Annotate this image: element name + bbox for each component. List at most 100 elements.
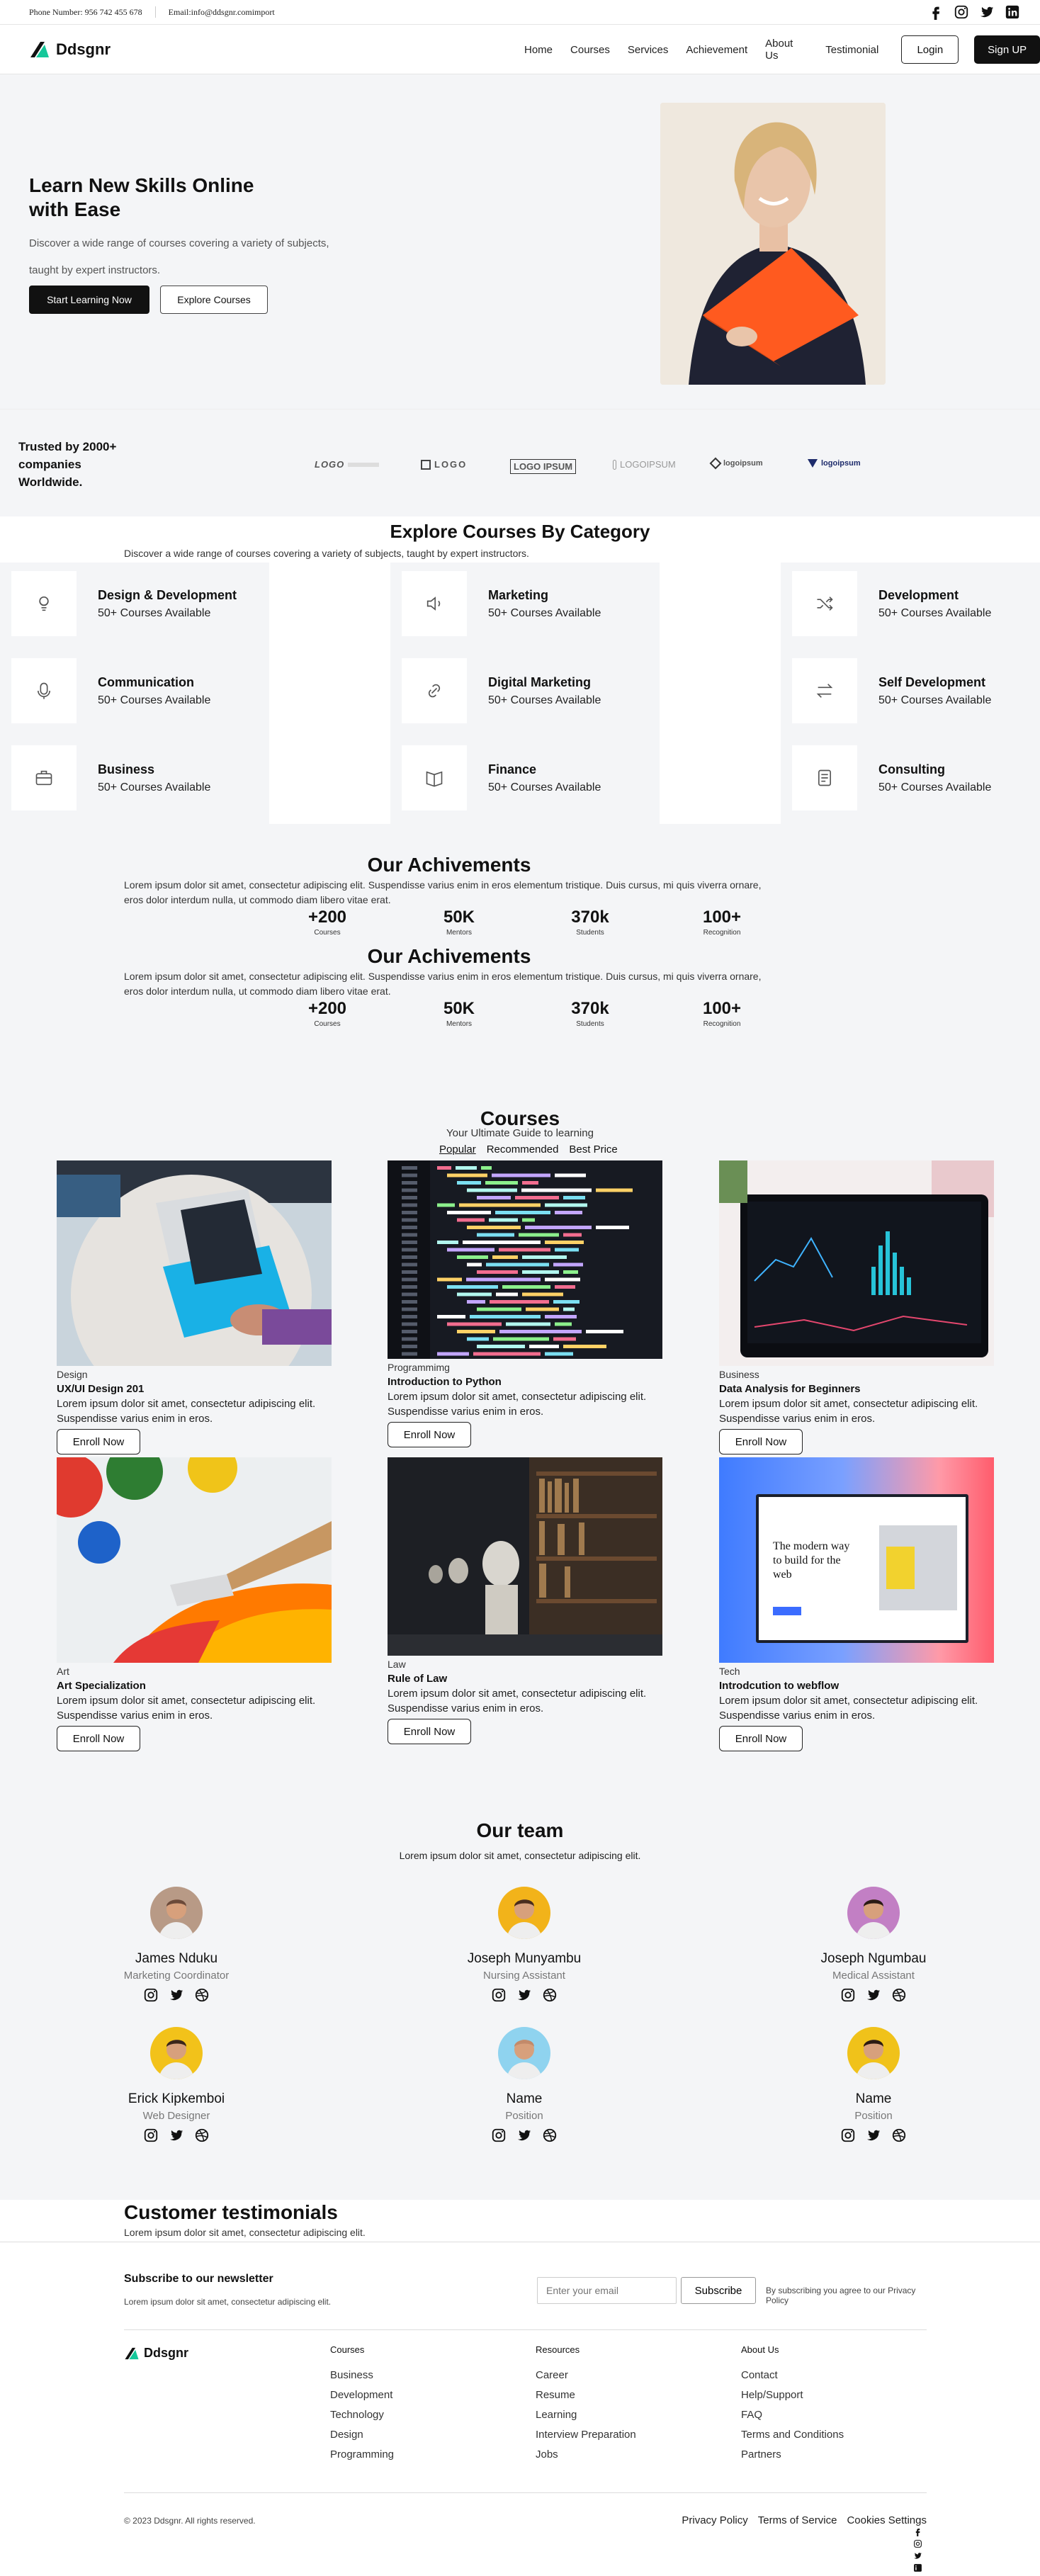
dribbble-icon[interactable] [891,1987,907,2003]
instagram-icon[interactable] [491,1987,507,2003]
enroll-button[interactable]: Enroll Now [388,1719,471,1744]
dribbble-icon[interactable] [542,2128,558,2143]
twitter-icon[interactable] [979,4,995,20]
footer-link[interactable]: Contact [741,2369,844,2381]
enroll-button[interactable]: Enroll Now [57,1726,140,1751]
instagram-icon[interactable] [913,2539,922,2548]
footer-link[interactable]: Development [330,2389,394,2401]
footer-link[interactable]: Interview Preparation [536,2429,636,2441]
dribbble-icon[interactable] [542,1987,558,2003]
instagram-icon[interactable] [143,2128,159,2143]
course-card-webflow: The modern way to build for the web Tech… [719,1457,994,1751]
twitter-icon[interactable] [866,1987,881,2003]
testimonials-title: Customer testimonials [124,2201,338,2223]
footer-link[interactable]: Learning [536,2409,636,2421]
stat-mentors: 50K Mentors [443,999,475,1028]
signup-button[interactable]: Sign UP [974,35,1040,64]
footer-link[interactable]: Partners [741,2448,844,2461]
tab-recommended[interactable]: Recommended [487,1143,559,1156]
enroll-button[interactable]: Enroll Now [719,1429,803,1454]
linkedin-icon[interactable] [913,2563,922,2572]
enroll-button[interactable]: Enroll Now [57,1429,140,1454]
category-card-self-development[interactable]: Self Development 50+ Courses Available [792,657,1033,725]
explore-courses-button[interactable]: Explore Courses [160,286,268,314]
enroll-button[interactable]: Enroll Now [388,1422,471,1447]
dribbble-icon[interactable] [194,1987,210,2003]
course-description: Lorem ipsum dolor sit amet, consectetur … [719,1695,978,1722]
tab-popular[interactable]: Popular [439,1143,476,1156]
enroll-button[interactable]: Enroll Now [719,1726,803,1751]
nav-link-courses[interactable]: Courses [570,44,610,56]
instagram-icon[interactable] [143,1987,159,2003]
instagram-icon[interactable] [491,2128,507,2143]
linkedin-icon[interactable] [1005,4,1020,20]
category-card-business[interactable]: Business 50+ Courses Available [11,744,252,812]
achievement-stats: +200 Courses 50K Mentors 370k Students 100+… [124,999,762,1036]
dribbble-icon[interactable] [194,2128,210,2143]
login-button[interactable]: Login [901,35,959,64]
instagram-icon[interactable] [840,2128,856,2143]
terms-link[interactable]: Terms of Service [758,2514,837,2526]
category-card-consulting[interactable]: Consulting 50+ Courses Available [792,744,1033,812]
twitter-icon[interactable] [866,2128,881,2143]
facebook-icon[interactable] [928,4,944,20]
category-card-marketing[interactable]: Marketing 50+ Courses Available [402,570,643,638]
arrows-icon [792,658,857,723]
footer-link[interactable]: Programming [330,2448,394,2461]
footer-column-about: About Us Contact Help/Support FAQ Terms … [741,2344,844,2468]
dribbble-icon[interactable] [891,2128,907,2143]
twitter-icon[interactable] [169,1987,184,2003]
twitter-icon[interactable] [516,2128,532,2143]
nav-link-services[interactable]: Services [628,44,669,56]
course-card-ux-ui: Design UX/UI Design 201 Lorem ipsum dolo… [57,1160,332,1454]
footer-link[interactable]: Resume [536,2389,636,2401]
category-title: Business [98,762,155,776]
tab-best-price[interactable]: Best Price [569,1143,617,1156]
categories-section: Explore Courses By Category Discover a w… [0,516,1040,824]
team-member-card: Name Position [418,2027,631,2143]
nav-link-about-us[interactable]: About Us [765,38,808,62]
footer-link[interactable]: Terms and Conditions [741,2429,844,2441]
category-card-development[interactable]: Development 50+ Courses Available [792,570,1033,638]
footer-link[interactable]: Business [330,2369,394,2381]
start-learning-button[interactable]: Start Learning Now [29,286,149,314]
category-card-finance[interactable]: Finance 50+ Courses Available [402,744,643,812]
footer-link[interactable]: Technology [330,2409,394,2421]
footer-link[interactable]: Jobs [536,2448,636,2461]
partner-logo-3: LOGO IPSUM [510,459,577,474]
footer-brand[interactable]: Ddsgnr [124,2346,188,2361]
category-card-design-development[interactable]: Design & Development 50+ Courses Availabl… [11,570,252,638]
course-card-art: Art Art Specialization Lorem ipsum dolor… [57,1457,332,1751]
twitter-icon[interactable] [516,1987,532,2003]
instagram-icon[interactable] [840,1987,856,2003]
nav-link-achievement[interactable]: Achievement [686,44,747,56]
phone-number: Phone Number: 956 742 455 678 [29,6,142,17]
team-member-card: Erick Kipkemboi Web Designer [70,2027,283,2143]
category-title: Finance [488,762,537,776]
subscribe-button[interactable]: Subscribe [681,2277,756,2304]
nav-link-home[interactable]: Home [524,44,553,56]
category-card-digital-marketing[interactable]: Digital Marketing 50+ Courses Available [402,657,643,725]
nav-links: Home Courses Services Achievement About … [524,25,1040,74]
footer-link[interactable]: Design [330,2429,394,2441]
main-navigation: Ddsgnr Home Courses Services Achievement… [0,25,1040,74]
category-count: 50+ Courses Available [488,694,601,706]
nav-link-testimonial[interactable]: Testimonial [825,44,878,56]
newsletter-email-input[interactable] [537,2277,677,2304]
team-member-social [767,1987,980,2003]
twitter-icon[interactable] [169,2128,184,2143]
category-card-communication[interactable]: Communication 50+ Courses Available [11,657,252,725]
twitter-icon[interactable] [913,2551,922,2560]
instagram-icon[interactable] [954,4,969,20]
footer: Ddsgnr Courses Business Development Tech… [124,2329,927,2492]
courses-subtitle: Your Ultimate Guide to learning [446,1127,594,1139]
footer-link[interactable]: Career [536,2369,636,2381]
footer-link[interactable]: FAQ [741,2409,844,2421]
privacy-policy-link[interactable]: Privacy Policy [682,2514,747,2526]
cookies-settings-link[interactable]: Cookies Settings [847,2514,927,2526]
course-image [388,1160,662,1359]
partner-logo-2: LOGO [421,459,467,470]
footer-link[interactable]: Help/Support [741,2389,844,2401]
brand-logo[interactable]: Ddsgnr [29,40,111,59]
facebook-icon[interactable] [913,2527,922,2536]
